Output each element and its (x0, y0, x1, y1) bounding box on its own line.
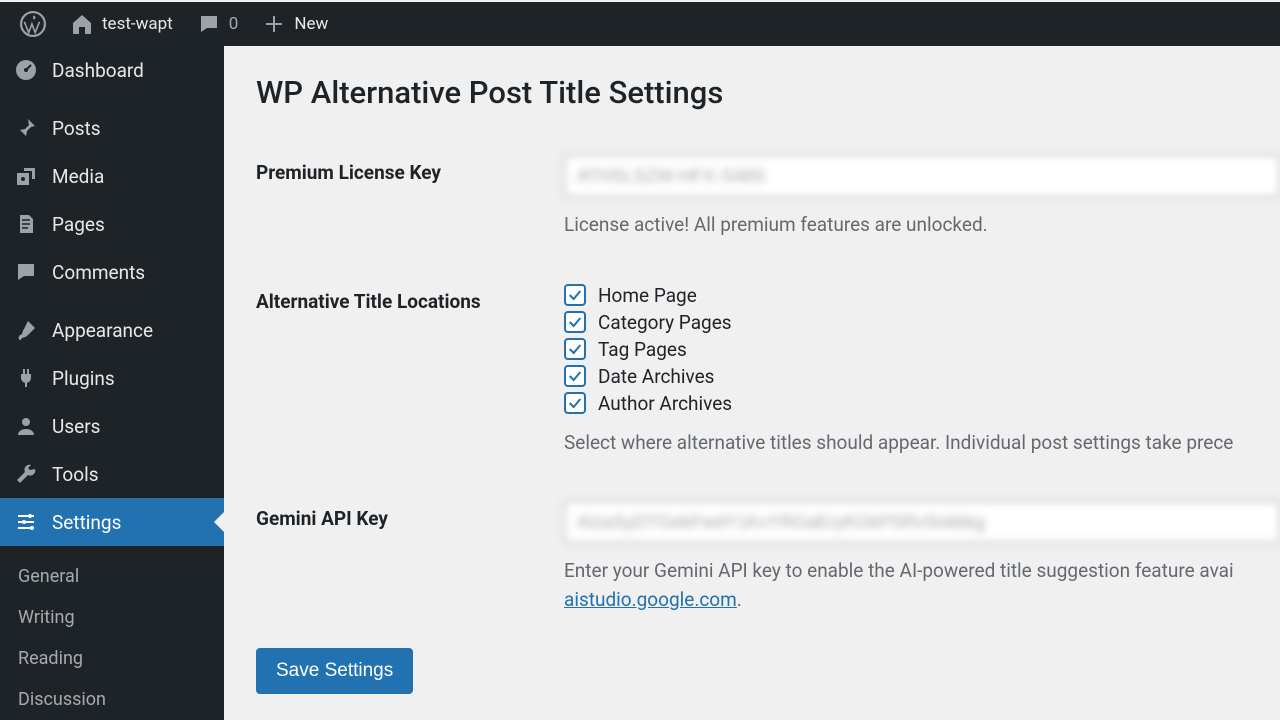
checkbox-icon (564, 365, 586, 387)
sidebar-item-media[interactable]: Media (0, 152, 224, 200)
sidebar-item-tools[interactable]: Tools (0, 450, 224, 498)
license-key-input[interactable] (564, 155, 1280, 197)
comment-icon (197, 12, 221, 36)
gemini-row: Gemini API Key Enter your Gemini API key… (256, 501, 1280, 614)
sidebar-item-label: Plugins (52, 367, 115, 390)
wordpress-icon (20, 11, 46, 37)
sidebar-item-label: Users (52, 415, 100, 438)
comments-count: 0 (229, 14, 239, 34)
sidebar-item-label: Comments (52, 261, 145, 284)
submenu-writing[interactable]: Writing (0, 597, 224, 638)
user-icon (14, 414, 38, 438)
sidebar-item-settings[interactable]: Settings (0, 498, 224, 546)
wrench-icon (14, 462, 38, 486)
location-label: Category Pages (598, 311, 732, 334)
admin-sidebar: Dashboard Posts Media Pages Comments App… (0, 46, 224, 720)
plus-icon (262, 12, 286, 36)
location-category[interactable]: Category Pages (564, 311, 1280, 334)
location-label: Home Page (598, 284, 697, 307)
pin-icon (14, 116, 38, 140)
wp-logo[interactable] (8, 2, 58, 46)
location-date[interactable]: Date Archives (564, 365, 1280, 388)
sidebar-item-label: Appearance (52, 319, 153, 342)
sliders-icon (14, 510, 38, 534)
home-icon (70, 12, 94, 36)
license-row: Premium License Key License active! All … (256, 155, 1280, 240)
settings-page: WP Alternative Post Title Settings Premi… (224, 46, 1280, 720)
sidebar-item-posts[interactable]: Posts (0, 104, 224, 152)
gemini-helper: Enter your Gemini API key to enable the … (564, 557, 1280, 614)
license-label: Premium License Key (256, 155, 564, 184)
page-icon (14, 212, 38, 236)
checkbox-icon (564, 338, 586, 360)
gemini-helper-post: . (737, 588, 742, 611)
sidebar-item-label: Posts (52, 117, 101, 140)
sidebar-item-label: Media (52, 165, 104, 188)
settings-submenu: General Writing Reading Discussion (0, 546, 224, 720)
sidebar-item-appearance[interactable]: Appearance (0, 306, 224, 354)
sidebar-item-label: Settings (52, 511, 121, 534)
page-title: WP Alternative Post Title Settings (256, 74, 1280, 111)
location-home[interactable]: Home Page (564, 284, 1280, 307)
location-tag[interactable]: Tag Pages (564, 338, 1280, 361)
admin-bar: test-wapt 0 New (0, 2, 1280, 46)
sidebar-item-plugins[interactable]: Plugins (0, 354, 224, 402)
locations-label: Alternative Title Locations (256, 284, 564, 313)
gemini-helper-pre: Enter your Gemini API key to enable the … (564, 559, 1234, 582)
gemini-helper-link[interactable]: aistudio.google.com (564, 588, 737, 611)
new-content[interactable]: New (250, 2, 340, 46)
sidebar-item-users[interactable]: Users (0, 402, 224, 450)
locations-row: Alternative Title Locations Home Page Ca… (256, 284, 1280, 458)
location-author[interactable]: Author Archives (564, 392, 1280, 415)
sidebar-item-label: Pages (52, 213, 105, 236)
sidebar-item-dashboard[interactable]: Dashboard (0, 46, 224, 94)
save-settings-button[interactable]: Save Settings (256, 648, 413, 694)
locations-helper: Select where alternative titles should a… (564, 429, 1280, 458)
sidebar-item-label: Dashboard (52, 59, 144, 82)
site-switch[interactable]: test-wapt (58, 2, 185, 46)
location-label: Date Archives (598, 365, 714, 388)
locations-list: Home Page Category Pages Tag Pages Date … (564, 284, 1280, 415)
comments-bubble[interactable]: 0 (185, 2, 251, 46)
gemini-label: Gemini API Key (256, 501, 564, 530)
checkbox-icon (564, 311, 586, 333)
media-icon (14, 164, 38, 188)
location-label: Author Archives (598, 392, 732, 415)
submenu-reading[interactable]: Reading (0, 638, 224, 679)
site-name: test-wapt (102, 14, 173, 34)
license-helper: License active! All premium features are… (564, 211, 1280, 240)
gemini-key-input[interactable] (564, 501, 1280, 543)
sidebar-item-label: Tools (52, 463, 99, 486)
new-label: New (294, 14, 328, 34)
sidebar-item-comments[interactable]: Comments (0, 248, 224, 296)
submenu-general[interactable]: General (0, 556, 224, 597)
comment-icon (14, 260, 38, 284)
gauge-icon (14, 58, 38, 82)
location-label: Tag Pages (598, 338, 687, 361)
checkbox-icon (564, 392, 586, 414)
sidebar-item-pages[interactable]: Pages (0, 200, 224, 248)
plug-icon (14, 366, 38, 390)
submenu-discussion[interactable]: Discussion (0, 679, 224, 720)
brush-icon (14, 318, 38, 342)
checkbox-icon (564, 284, 586, 306)
